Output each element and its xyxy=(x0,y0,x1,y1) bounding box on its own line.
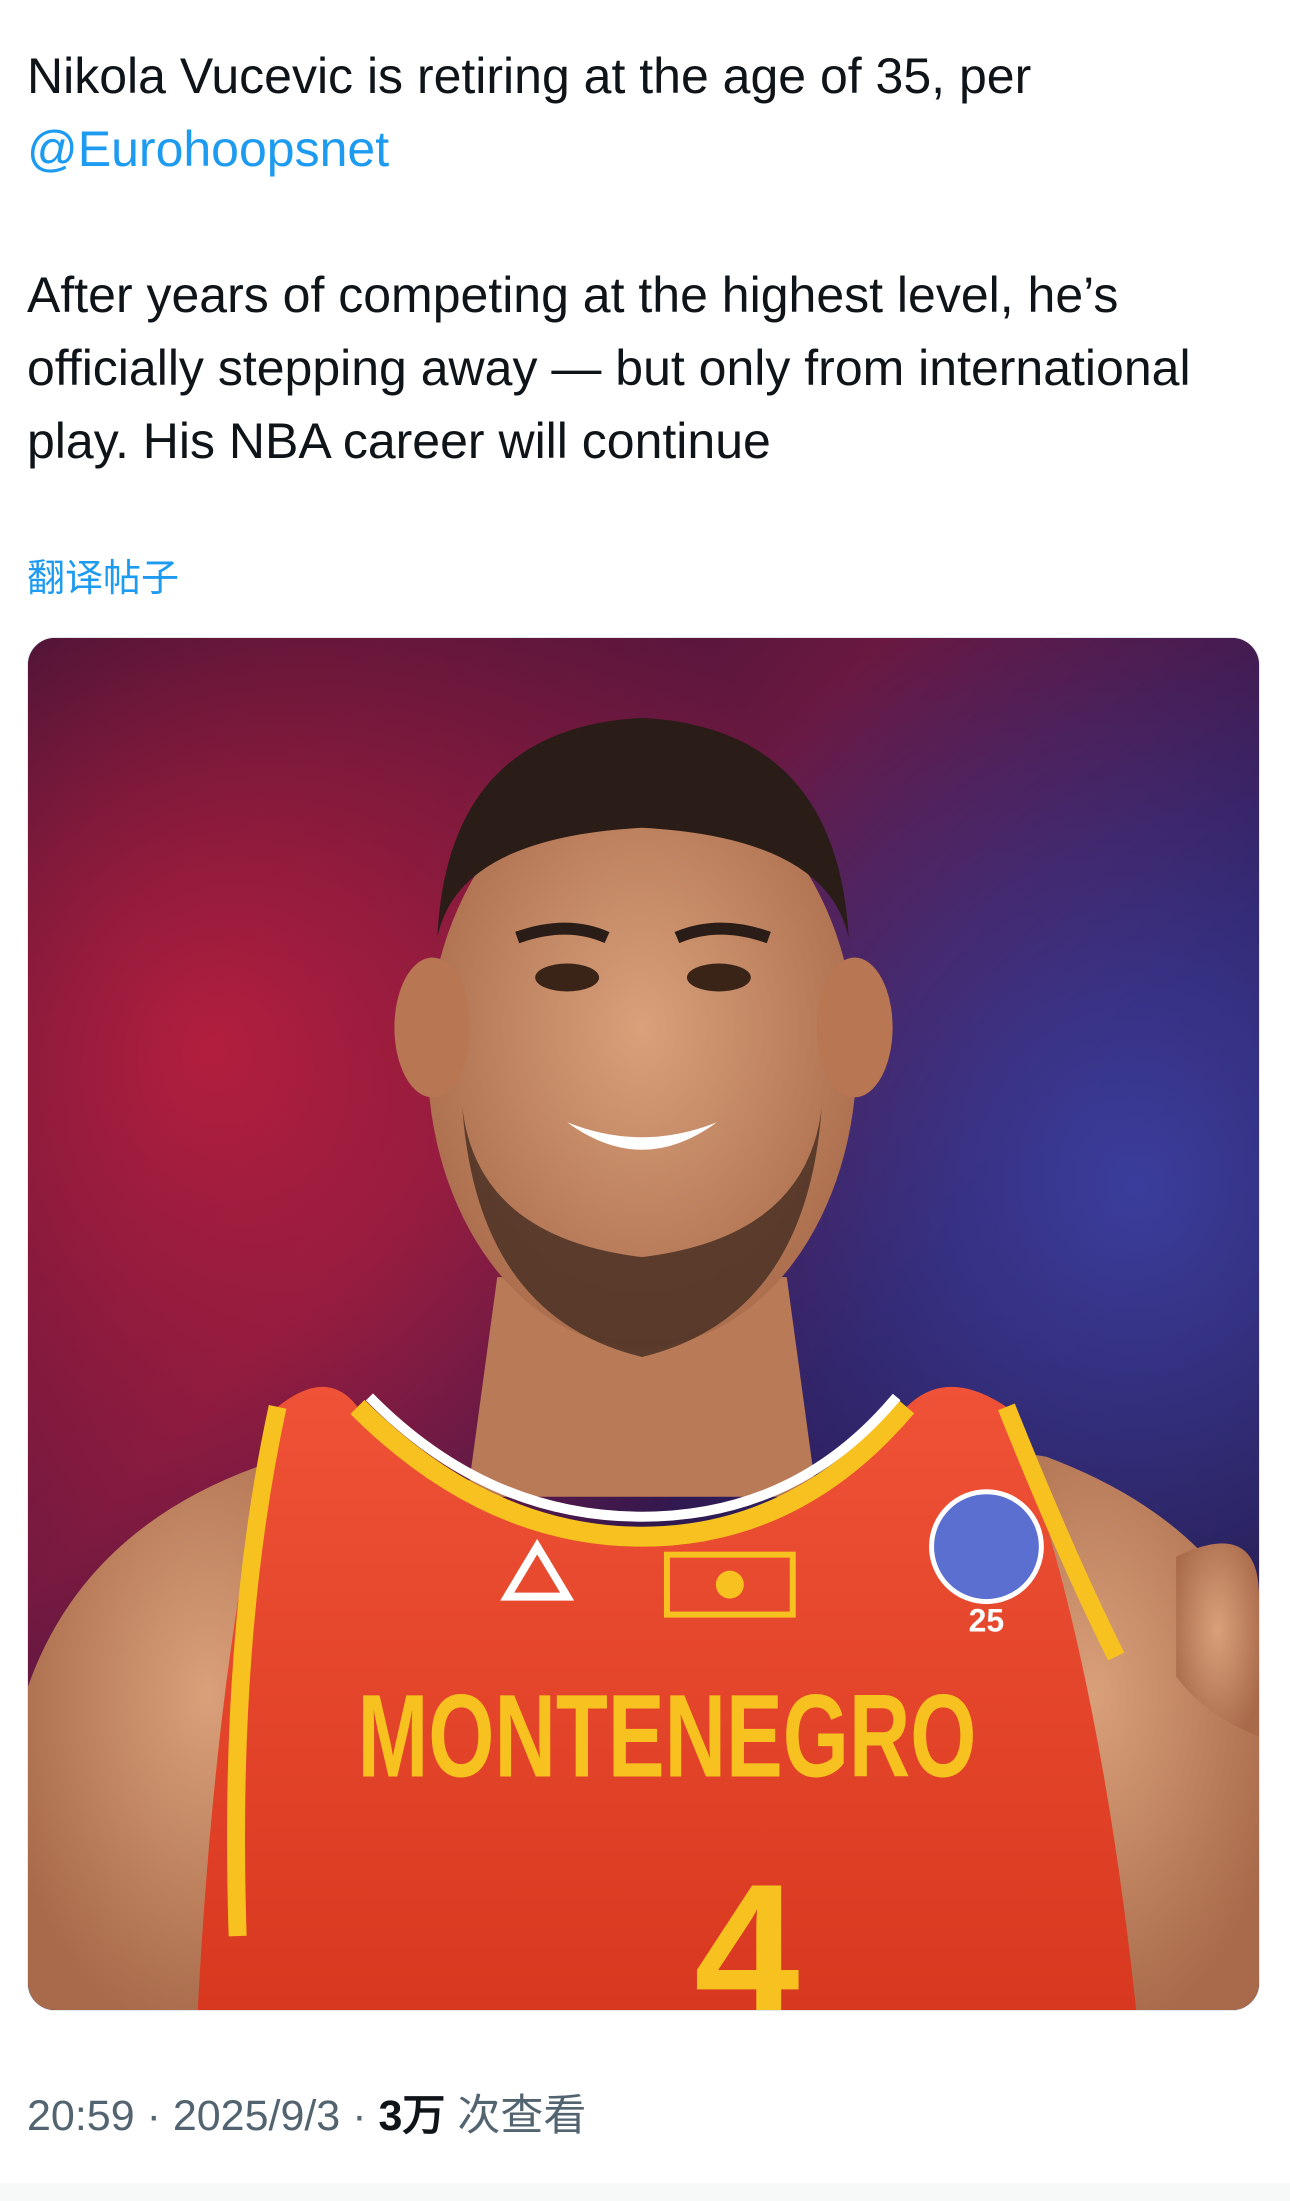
tweet-line-1-text: Nikola Vucevic is retiring at the age of… xyxy=(27,48,1032,104)
tweet-time[interactable]: 20:59 xyxy=(27,2092,135,2140)
meta-separator-2: · xyxy=(352,2092,367,2140)
player-photo-illustration: 25 MONTENEGRO 4 xyxy=(28,638,1259,2010)
jersey-text: MONTENEGRO xyxy=(357,1669,976,1801)
jersey-number: 4 xyxy=(694,1845,799,2010)
tweet-photo[interactable]: 25 MONTENEGRO 4 xyxy=(27,637,1260,2011)
translate-post-link[interactable]: 翻译帖子 xyxy=(27,553,179,603)
view-count-label: 次查看 xyxy=(457,2091,587,2141)
tweet-date[interactable]: 2025/9/3 xyxy=(173,2092,340,2140)
mention-link[interactable]: @Eurohoopsnet xyxy=(27,113,389,186)
tweet-paragraph-2: After years of competing at the highest … xyxy=(27,267,1191,469)
tournament-logo-text: 25 xyxy=(969,1603,1005,1639)
bottom-divider xyxy=(0,2183,1290,2201)
meta-separator: · xyxy=(146,2092,161,2140)
view-count[interactable]: 3万 xyxy=(378,2092,445,2140)
tweet-meta: 20:59 · 2025/9/3 · 3万 次查看 xyxy=(27,2088,586,2144)
tweet-text: Nikola Vucevic is retiring at the age of… xyxy=(27,40,1257,478)
tweet-line-1: Nikola Vucevic is retiring at the age of… xyxy=(27,40,1257,186)
